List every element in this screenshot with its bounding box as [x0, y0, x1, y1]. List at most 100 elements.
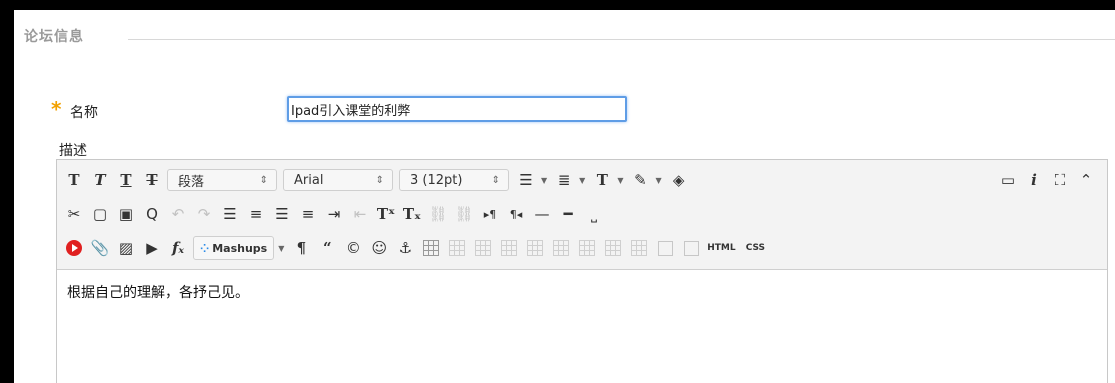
unlink-icon[interactable]: ⛓ [453, 203, 475, 225]
rtl-icon[interactable]: ¶◂ [505, 203, 527, 225]
css-button[interactable]: CSS [740, 237, 770, 259]
table-cell-props-icon[interactable] [472, 237, 494, 259]
indent-icon[interactable]: ⇥ [323, 203, 345, 225]
description-label: 描述 [59, 143, 87, 159]
emoji-icon[interactable]: ☺ [368, 237, 390, 259]
attachment-icon[interactable]: 📎 [89, 237, 111, 259]
chevron-down-icon[interactable]: ▼ [278, 244, 284, 253]
delete-row-icon[interactable] [550, 237, 572, 259]
align-left-icon[interactable]: ☰ [219, 203, 241, 225]
copyright-icon[interactable]: © [342, 237, 364, 259]
anchor-icon[interactable]: ⚓ [394, 237, 416, 259]
eraser-icon[interactable]: ◈ [668, 169, 690, 191]
text-color-icon[interactable]: T [591, 169, 613, 191]
split-cells-icon[interactable] [654, 237, 676, 259]
name-input[interactable] [287, 96, 627, 122]
highlight-pen-icon[interactable]: ✎ [629, 169, 651, 191]
select-arrows-icon: ⇕ [491, 174, 500, 186]
table-grid-icon [475, 240, 492, 256]
html-source-button[interactable]: HTML [706, 237, 736, 259]
mashups-button[interactable]: ⁘ Mashups [193, 236, 275, 260]
table-row-props-icon[interactable] [446, 237, 468, 259]
table-grid-icon [553, 240, 570, 256]
font-size-value: 3 (12pt) [410, 172, 463, 188]
media-icon[interactable]: ▶ [141, 237, 163, 259]
paste-icon[interactable]: ▣ [115, 203, 137, 225]
table-grid-icon [631, 240, 648, 256]
bold-icon[interactable]: T [63, 169, 85, 191]
mashups-dots-icon: ⁘ [200, 241, 210, 255]
select-arrows-icon: ⇕ [375, 174, 384, 186]
paragraph-format-value: 段落 [178, 174, 205, 190]
insert-col-after-icon[interactable] [602, 237, 624, 259]
rich-text-editor: T T T T 段落 ⇕ Arial ⇕ 3 (12pt) ⇕ ☰ ▼ ≣ ▼ … [56, 159, 1108, 383]
preview-icon[interactable]: ▭ [997, 169, 1019, 191]
delete-col-icon[interactable] [628, 237, 650, 259]
font-family-select[interactable]: Arial ⇕ [283, 169, 393, 191]
insert-row-after-icon[interactable] [524, 237, 546, 259]
insert-col-before-icon[interactable] [576, 237, 598, 259]
cut-icon[interactable]: ✂ [63, 203, 85, 225]
table-grid-icon [527, 240, 544, 256]
redo-icon[interactable]: ↷ [193, 203, 215, 225]
underline-icon[interactable]: T [115, 169, 137, 191]
toolbar-row-3: 📎 ▨ ▶ fₓ ⁘ Mashups ▼ ¶ “ © ☺ ⚓ HTML CSS [63, 234, 774, 262]
merge-cells-icon[interactable] [680, 237, 702, 259]
paragraph-format-select[interactable]: 段落 ⇕ [167, 169, 277, 191]
horizontal-rule-thin-icon[interactable]: — [531, 203, 553, 225]
horizontal-rule-thick-icon[interactable]: ━ [557, 203, 579, 225]
table-grid-icon [501, 240, 518, 256]
select-arrows-icon: ⇕ [259, 174, 268, 186]
chevron-down-icon[interactable]: ▼ [579, 176, 585, 185]
justify-icon[interactable]: ≡ [297, 203, 319, 225]
fullscreen-icon[interactable]: ⛶ [1049, 169, 1071, 191]
table-grid-icon [449, 240, 466, 256]
name-label: 名称 [70, 105, 98, 121]
strikethrough-icon[interactable]: T [141, 169, 163, 191]
link-icon[interactable]: ⛓ [427, 203, 449, 225]
collapse-icon[interactable]: ⌃ [1075, 169, 1097, 191]
insert-row-before-icon[interactable] [498, 237, 520, 259]
chevron-down-icon[interactable]: ▼ [617, 176, 623, 185]
table-grid-icon [605, 240, 622, 256]
numbered-list-icon[interactable]: ≣ [553, 169, 575, 191]
nonbreaking-space-icon[interactable]: ⎵ [583, 203, 605, 225]
box-icon [657, 240, 673, 256]
font-family-value: Arial [294, 172, 324, 188]
box-icon [683, 240, 699, 256]
table-icon[interactable] [420, 237, 442, 259]
editor-toolbar: T T T T 段落 ⇕ Arial ⇕ 3 (12pt) ⇕ ☰ ▼ ≣ ▼ … [57, 160, 1107, 270]
bullet-list-icon[interactable]: ☰ [515, 169, 537, 191]
fieldset-title: 论坛信息 [24, 29, 84, 45]
fieldset-divider [128, 39, 1115, 40]
forum-info-panel: 论坛信息 * 名称 描述 T T T T 段落 ⇕ Arial ⇕ 3 [14, 10, 1115, 383]
find-icon[interactable]: Q [141, 203, 163, 225]
mashups-label: Mashups [212, 241, 268, 255]
undo-icon[interactable]: ↶ [167, 203, 189, 225]
paragraph-mark-icon[interactable]: ¶ [290, 237, 312, 259]
blockquote-icon[interactable]: “ [316, 237, 338, 259]
ltr-icon[interactable]: ▸¶ [479, 203, 501, 225]
subscript-icon[interactable]: Tₓ [401, 203, 423, 225]
toolbar-row-1: T T T T 段落 ⇕ Arial ⇕ 3 (12pt) ⇕ ☰ ▼ ≣ ▼ … [63, 166, 694, 194]
editor-content[interactable]: 根据自己的理解，各抒己见。 [67, 282, 249, 302]
align-right-icon[interactable]: ☰ [271, 203, 293, 225]
formula-icon[interactable]: fₓ [167, 237, 189, 259]
youtube-icon[interactable] [63, 237, 85, 259]
outdent-icon[interactable]: ⇤ [349, 203, 371, 225]
image-icon[interactable]: ▨ [115, 237, 137, 259]
chevron-down-icon[interactable]: ▼ [541, 176, 547, 185]
align-center-icon[interactable]: ≡ [245, 203, 267, 225]
info-icon[interactable]: i [1023, 169, 1045, 191]
copy-icon[interactable]: ▢ [89, 203, 111, 225]
font-size-select[interactable]: 3 (12pt) ⇕ [399, 169, 509, 191]
toolbar-row-2: ✂ ▢ ▣ Q ↶ ↷ ☰ ≡ ☰ ≡ ⇥ ⇤ Tˣ Tₓ ⛓ ⛓ ▸¶ ¶◂ … [63, 200, 609, 228]
required-star-icon: * [51, 97, 62, 121]
superscript-icon[interactable]: Tˣ [375, 203, 397, 225]
italic-icon[interactable]: T [89, 169, 111, 191]
chevron-down-icon[interactable]: ▼ [655, 176, 661, 185]
toolbar-right-tools: ▭ i ⛶ ⌃ [997, 166, 1101, 194]
table-grid-icon [579, 240, 596, 256]
youtube-play-icon [66, 240, 82, 256]
table-grid-icon [423, 240, 440, 256]
